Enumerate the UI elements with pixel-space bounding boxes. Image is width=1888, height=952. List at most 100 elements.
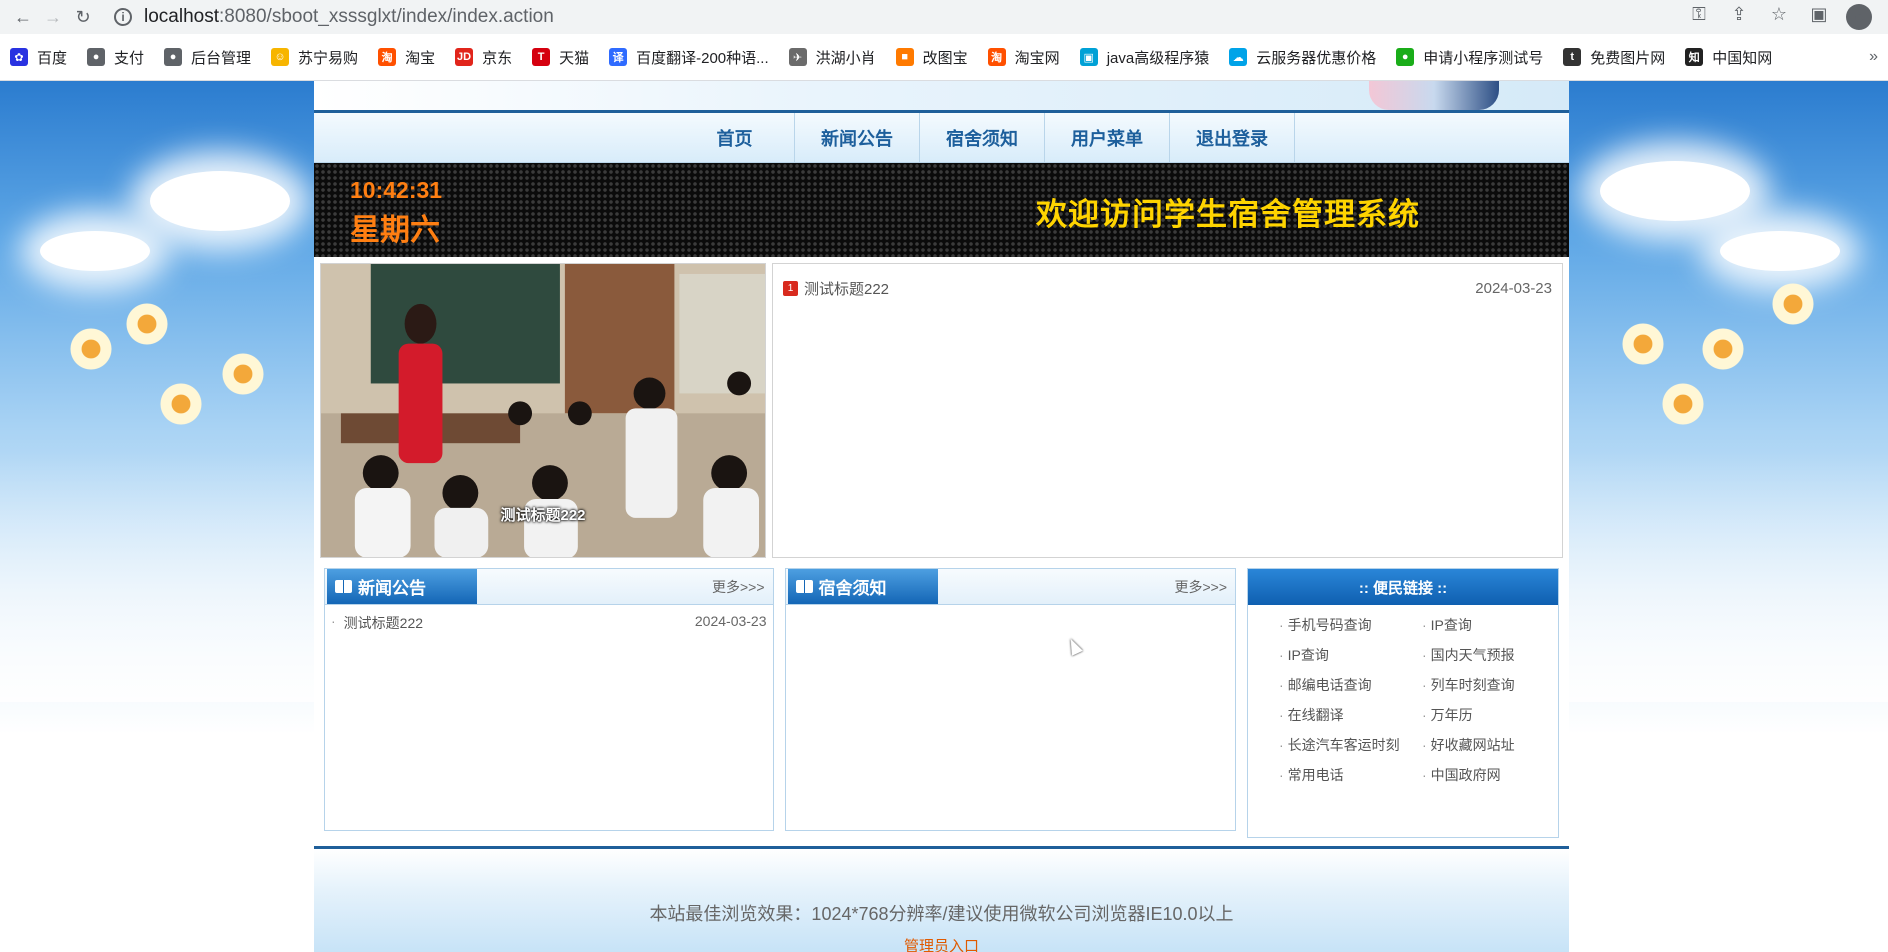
bookmark-item[interactable]: ☺ 苏宁易购 xyxy=(271,47,358,68)
share-icon[interactable]: ⇪ xyxy=(1726,4,1752,30)
globe-icon: ● xyxy=(164,48,183,66)
bookmark-label: 改图宝 xyxy=(922,49,968,67)
globe-icon: ● xyxy=(87,48,106,66)
headline-box: 1 测试标题222 2024-03-23 xyxy=(772,263,1563,558)
translate-icon: 译 xyxy=(609,48,628,66)
reload-icon[interactable]: ↻ xyxy=(68,2,98,32)
convenience-link[interactable]: 中国政府网 xyxy=(1422,765,1552,785)
bookmark-item[interactable]: T 天猫 xyxy=(532,47,589,68)
tmall-icon: T xyxy=(532,48,551,66)
headline-date: 2024-03-23 xyxy=(1475,280,1552,297)
forward-icon[interactable]: → xyxy=(38,2,68,32)
bookmark-label: 洪湖小肖 xyxy=(815,49,876,67)
bookmark-item[interactable]: ● 申请小程序测试号 xyxy=(1396,47,1543,68)
flower-decoration xyxy=(1620,321,1666,367)
bookmark-item[interactable]: ✿ 百度 xyxy=(10,47,67,68)
clock-weekday: 星期六 xyxy=(350,214,440,247)
news-item-title[interactable]: 测试标题222 xyxy=(344,613,423,633)
nav-home[interactable]: 首页 xyxy=(675,113,795,162)
slide-caption: 测试标题222 xyxy=(500,507,586,524)
back-icon[interactable]: ← xyxy=(8,2,38,32)
bookmark-item[interactable]: 淘淘宝网 xyxy=(987,47,1060,68)
taobao-icon: 淘 xyxy=(378,48,397,66)
page-viewport: 首页 新闻公告 宿舍须知 用户菜单 退出登录 10:42:31 星期六 欢迎访问… xyxy=(0,81,1888,952)
convenience-link[interactable]: 好收藏网站址 xyxy=(1422,735,1552,755)
convenience-link[interactable]: 列车时刻查询 xyxy=(1422,675,1552,695)
star-icon[interactable]: ☆ xyxy=(1766,4,1792,30)
cloud-decoration xyxy=(40,231,150,271)
convenience-link[interactable]: 国内天气预报 xyxy=(1422,645,1552,665)
news-list: · 测试标题222 2024-03-23 xyxy=(325,605,773,641)
bookmark-label: 京东 xyxy=(482,49,513,67)
more-bookmarks-icon[interactable]: » xyxy=(1869,48,1878,66)
nav-user-menu[interactable]: 用户菜单 xyxy=(1045,113,1170,162)
bilibili-icon: ▣ xyxy=(1079,48,1098,66)
dorm-panel-title: 宿舍须知 xyxy=(787,569,938,604)
nav-dorm-notice[interactable]: 宿舍须知 xyxy=(920,113,1045,162)
baidu-icon: ✿ xyxy=(10,48,28,66)
nav-news[interactable]: 新闻公告 xyxy=(795,113,920,162)
links-panel-title: :: 便民链接 :: xyxy=(1248,569,1558,605)
list-item[interactable]: · 测试标题222 2024-03-23 xyxy=(331,613,767,633)
convenience-link[interactable]: IP查询 xyxy=(1279,645,1422,665)
suning-icon: ☺ xyxy=(271,48,290,66)
bookmark-item[interactable]: 知中国知网 xyxy=(1685,47,1772,68)
main-nav: 首页 新闻公告 宿舍须知 用户菜单 退出登录 xyxy=(314,113,1569,163)
key-icon[interactable]: ⚿ xyxy=(1686,4,1712,30)
bookmark-item[interactable]: ● 支付 xyxy=(87,47,144,68)
bookmark-item[interactable]: 淘淘宝 xyxy=(378,47,435,68)
bullet-icon: · xyxy=(331,613,336,629)
bookmark-label: 云服务器优惠价格 xyxy=(1256,49,1377,67)
bookmark-item[interactable]: t 免费图片网 xyxy=(1563,47,1665,68)
bookmark-item[interactable]: ✈ 洪湖小肖 xyxy=(788,47,876,68)
convenience-link[interactable]: 在线翻译 xyxy=(1279,705,1422,725)
bookmark-item[interactable]: ● 后台管理 xyxy=(164,47,251,68)
cloud-decoration xyxy=(150,171,290,231)
site-info-icon[interactable]: i xyxy=(114,8,132,26)
bookmark-label: 支付 xyxy=(114,49,145,67)
dorm-more-link[interactable]: 更多>>> xyxy=(1175,577,1228,597)
nav-logout[interactable]: 退出登录 xyxy=(1170,113,1295,162)
sidepanel-icon[interactable]: ▣ xyxy=(1806,4,1832,30)
news-more-link[interactable]: 更多>>> xyxy=(712,577,765,597)
flower-decoration xyxy=(1770,281,1816,327)
bookmark-item[interactable]: ☁ 云服务器优惠价格 xyxy=(1229,47,1376,68)
convenience-link[interactable]: 常用电话 xyxy=(1279,765,1422,785)
bookmark-label: 百度翻译-200种语... xyxy=(636,49,769,67)
headline-item[interactable]: 1 测试标题222 2024-03-23 xyxy=(783,278,1552,299)
convenience-link[interactable]: 长途汽车客运时刻 xyxy=(1279,735,1422,755)
address-bar[interactable]: i localhost:8080/sboot_xsssglxt/index/in… xyxy=(108,2,1578,32)
convenience-link[interactable]: 万年历 xyxy=(1422,705,1552,725)
headline-title[interactable]: 测试标题222 xyxy=(804,278,889,299)
convenience-link[interactable]: IP查询 xyxy=(1422,615,1552,635)
slideshow[interactable]: 测试标题222 xyxy=(320,263,766,558)
url-path: :8080/sboot_xsssglxt/index/index.action xyxy=(219,6,554,27)
cloud-decoration xyxy=(1720,231,1840,271)
links-grid: 手机号码查询IP查询IP查询国内天气预报邮编电话查询列车时刻查询在线翻译万年历长… xyxy=(1248,605,1558,785)
bookmark-item[interactable]: ■ 改图宝 xyxy=(895,47,968,68)
bookmark-item[interactable]: JD 京东 xyxy=(455,47,512,68)
links-panel: :: 便民链接 :: 手机号码查询IP查询IP查询国内天气预报邮编电话查询列车时… xyxy=(1247,568,1559,838)
bookmark-item[interactable]: ▣ java高级程序猿 xyxy=(1079,47,1209,68)
bookmarks-bar: ✿ 百度 ● 支付 ● 后台管理 ☺ 苏宁易购淘淘宝 JD 京东 T 天猫译百度翻译-200种语...… xyxy=(0,34,1888,81)
bookmark-label: 淘宝网 xyxy=(1014,49,1060,67)
dorm-panel-header: 宿舍须知 更多>>> xyxy=(785,569,1236,605)
news-panel-title: 新闻公告 xyxy=(327,569,477,604)
admin-entry-link[interactable]: 管理员入口 xyxy=(314,935,1569,952)
bookmark-label: 中国知网 xyxy=(1712,49,1773,67)
news-panel-title-text: 新闻公告 xyxy=(358,579,426,598)
cloud-decoration xyxy=(1600,161,1750,221)
profile-avatar-icon[interactable]: ● xyxy=(1846,4,1872,30)
convenience-link[interactable]: 邮编电话查询 xyxy=(1279,675,1422,695)
featured-row: 测试标题222 1 测试标题222 2024-03-23 xyxy=(314,257,1569,558)
news-item-date: 2024-03-23 xyxy=(694,613,767,629)
convenience-link[interactable]: 手机号码查询 xyxy=(1279,615,1422,635)
book-icon xyxy=(795,580,813,593)
bookmark-label: 免费图片网 xyxy=(1590,49,1666,67)
banner-students-image xyxy=(1369,81,1499,110)
bookmark-item[interactable]: 译百度翻译-200种语... xyxy=(609,47,769,68)
flower-decoration xyxy=(124,301,170,347)
bird-icon: ✈ xyxy=(788,48,807,66)
clock-time: 10:42:31 xyxy=(350,177,443,203)
scenery-decoration xyxy=(1568,452,1888,702)
